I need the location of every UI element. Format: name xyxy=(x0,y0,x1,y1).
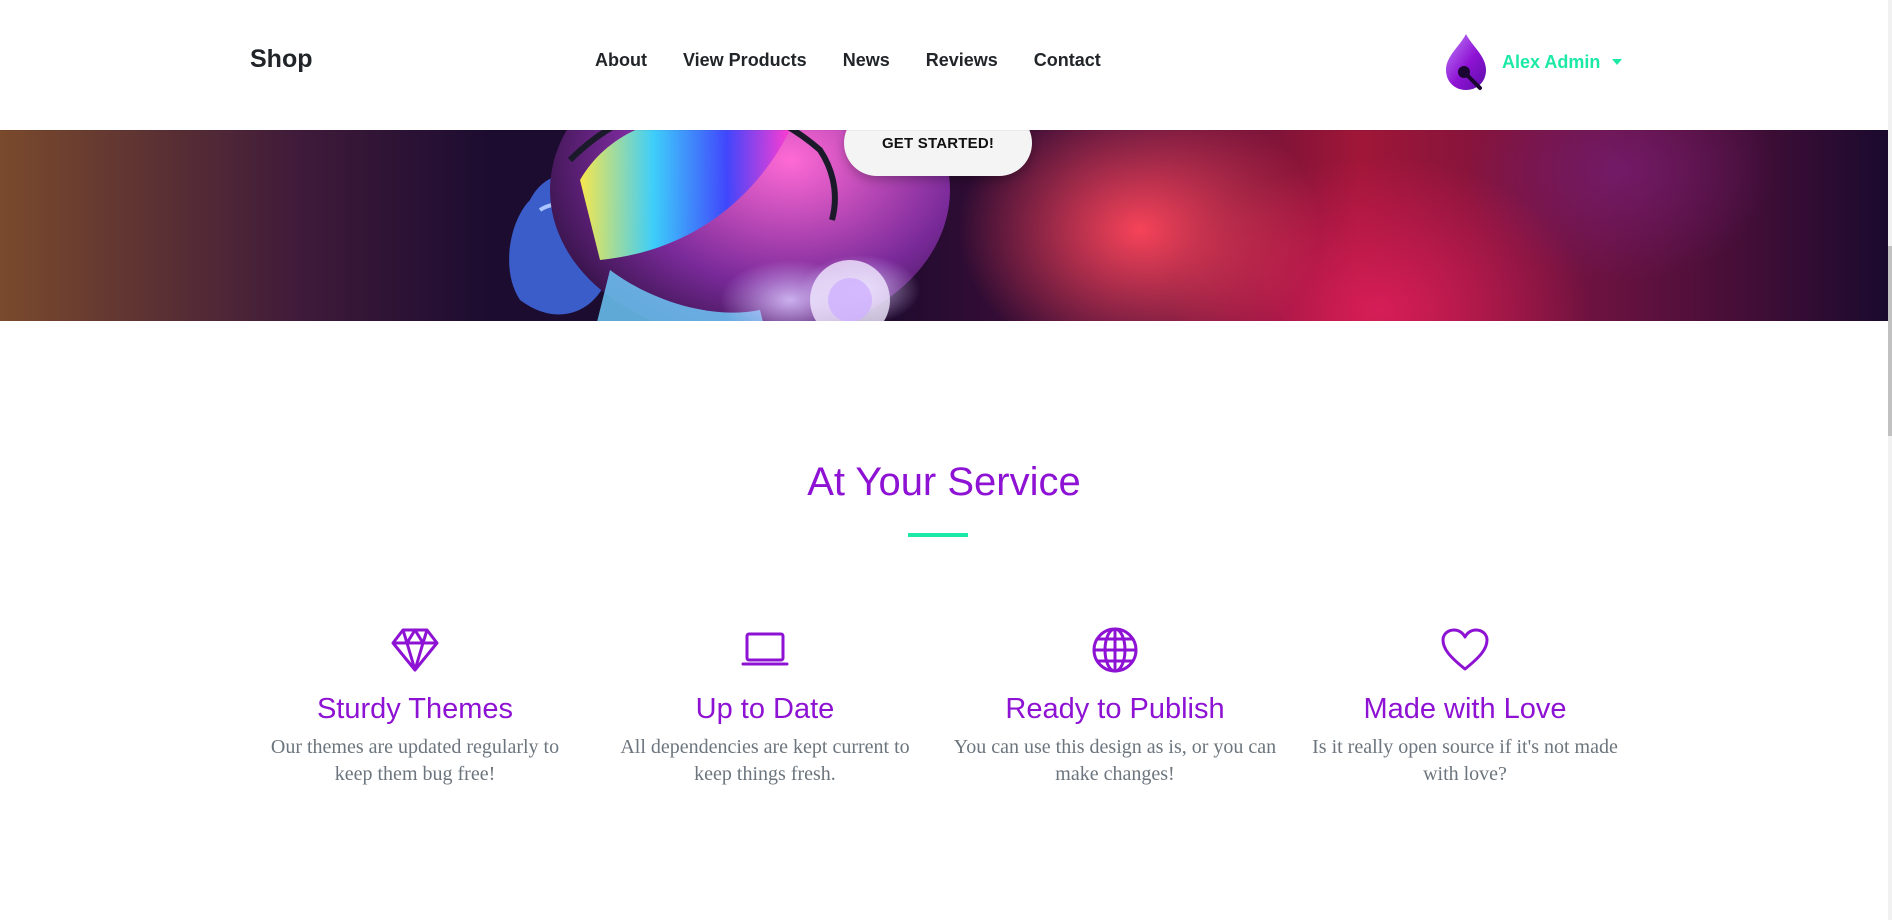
service-title: Sturdy Themes xyxy=(316,693,514,725)
flame-avatar-icon xyxy=(1440,32,1492,94)
user-menu-toggle[interactable]: Alex Admin xyxy=(1440,32,1623,94)
laptop-icon xyxy=(590,625,940,675)
nav-link-reviews[interactable]: Reviews xyxy=(908,50,1016,71)
nav-link-contact[interactable]: Contact xyxy=(1016,50,1119,71)
service-title: Made with Love xyxy=(1363,693,1567,725)
hero-banner: GET STARTED! xyxy=(0,110,1888,321)
nav-link-view-products[interactable]: View Products xyxy=(665,50,825,71)
scrollbar-thumb[interactable] xyxy=(1888,246,1892,436)
service-title: Up to Date xyxy=(695,693,835,725)
service-text: You can use this design as is, or you ca… xyxy=(953,736,1277,785)
service-text: Is it really open source if it's not mad… xyxy=(1312,736,1618,785)
service-card: Ready to Publish You can use this design… xyxy=(940,625,1290,788)
gem-icon xyxy=(240,625,590,675)
service-card: Up to Date All dependencies are kept cur… xyxy=(590,625,940,788)
page-scrollbar[interactable] xyxy=(1888,0,1892,920)
nav-links: About View Products News Reviews Contact xyxy=(595,50,1119,71)
globe-icon xyxy=(940,625,1290,675)
service-title: Ready to Publish xyxy=(1005,693,1225,725)
services-grid: Sturdy Themes Our themes are updated reg… xyxy=(240,625,1640,788)
chevron-down-icon xyxy=(1612,59,1623,65)
section-title: At Your Service xyxy=(807,460,1081,504)
heart-icon xyxy=(1290,625,1640,675)
service-text: Our themes are updated regularly to keep… xyxy=(270,736,560,785)
service-card: Made with Love Is it really open source … xyxy=(1290,625,1640,788)
brand-link[interactable]: Shop xyxy=(250,45,313,74)
service-text: All dependencies are kept current to kee… xyxy=(620,736,910,785)
navbar: Shop About View Products News Reviews Co… xyxy=(0,0,1888,130)
user-name: Alex Admin xyxy=(1502,51,1601,72)
nav-link-about[interactable]: About xyxy=(595,50,665,71)
title-divider xyxy=(908,533,968,537)
nav-link-news[interactable]: News xyxy=(825,50,908,71)
service-card: Sturdy Themes Our themes are updated reg… xyxy=(240,625,590,788)
